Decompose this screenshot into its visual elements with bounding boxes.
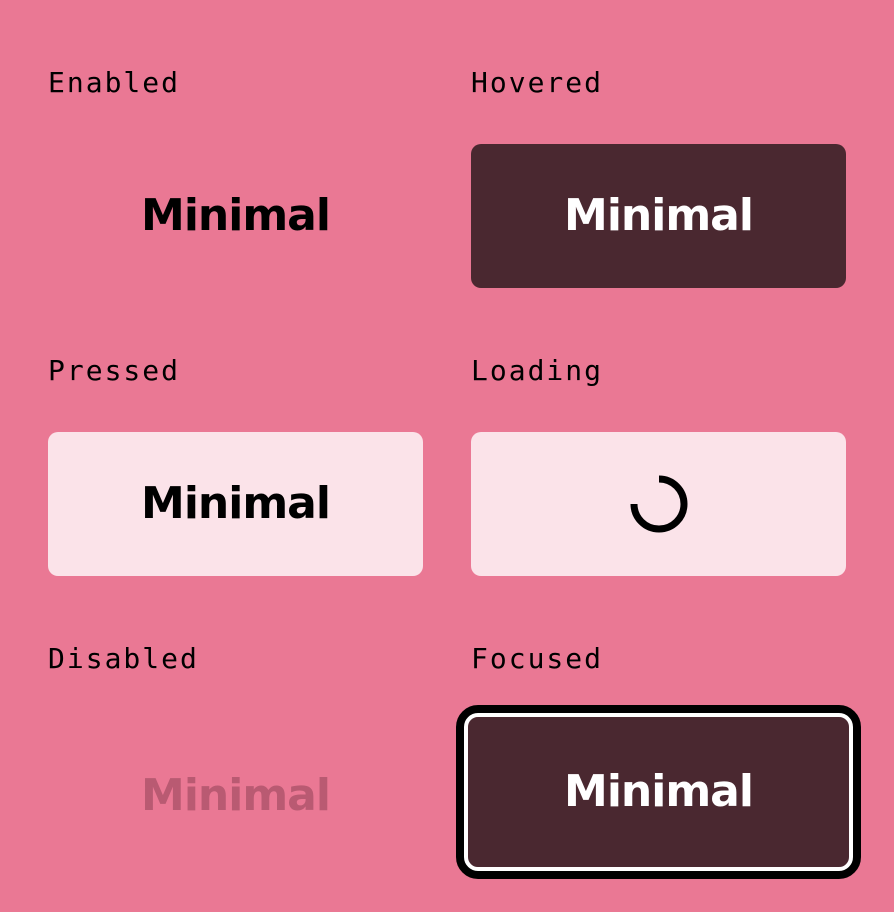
button-label: Minimal <box>564 766 754 817</box>
button-label: Minimal <box>141 770 331 821</box>
focused-state-label: Focused <box>471 642 604 675</box>
pressed-state-label: Pressed <box>48 354 181 387</box>
loading-minimal-button[interactable] <box>471 432 846 576</box>
enabled-state-label: Enabled <box>48 66 181 99</box>
button-label: Minimal <box>141 478 331 529</box>
hovered-minimal-button[interactable]: Minimal <box>471 144 846 288</box>
button-label: Minimal <box>564 190 754 241</box>
hovered-state-label: Hovered <box>471 66 604 99</box>
loading-state-label: Loading <box>471 354 604 387</box>
button-label: Minimal <box>141 190 331 241</box>
pressed-minimal-button[interactable]: Minimal <box>48 432 423 576</box>
disabled-state-label: Disabled <box>48 642 199 675</box>
spinner-icon <box>630 475 687 533</box>
enabled-minimal-button[interactable]: Minimal <box>48 144 423 288</box>
disabled-minimal-button: Minimal <box>48 724 423 868</box>
focused-minimal-button[interactable]: Minimal <box>464 713 853 871</box>
focus-ring: Minimal <box>456 705 861 879</box>
